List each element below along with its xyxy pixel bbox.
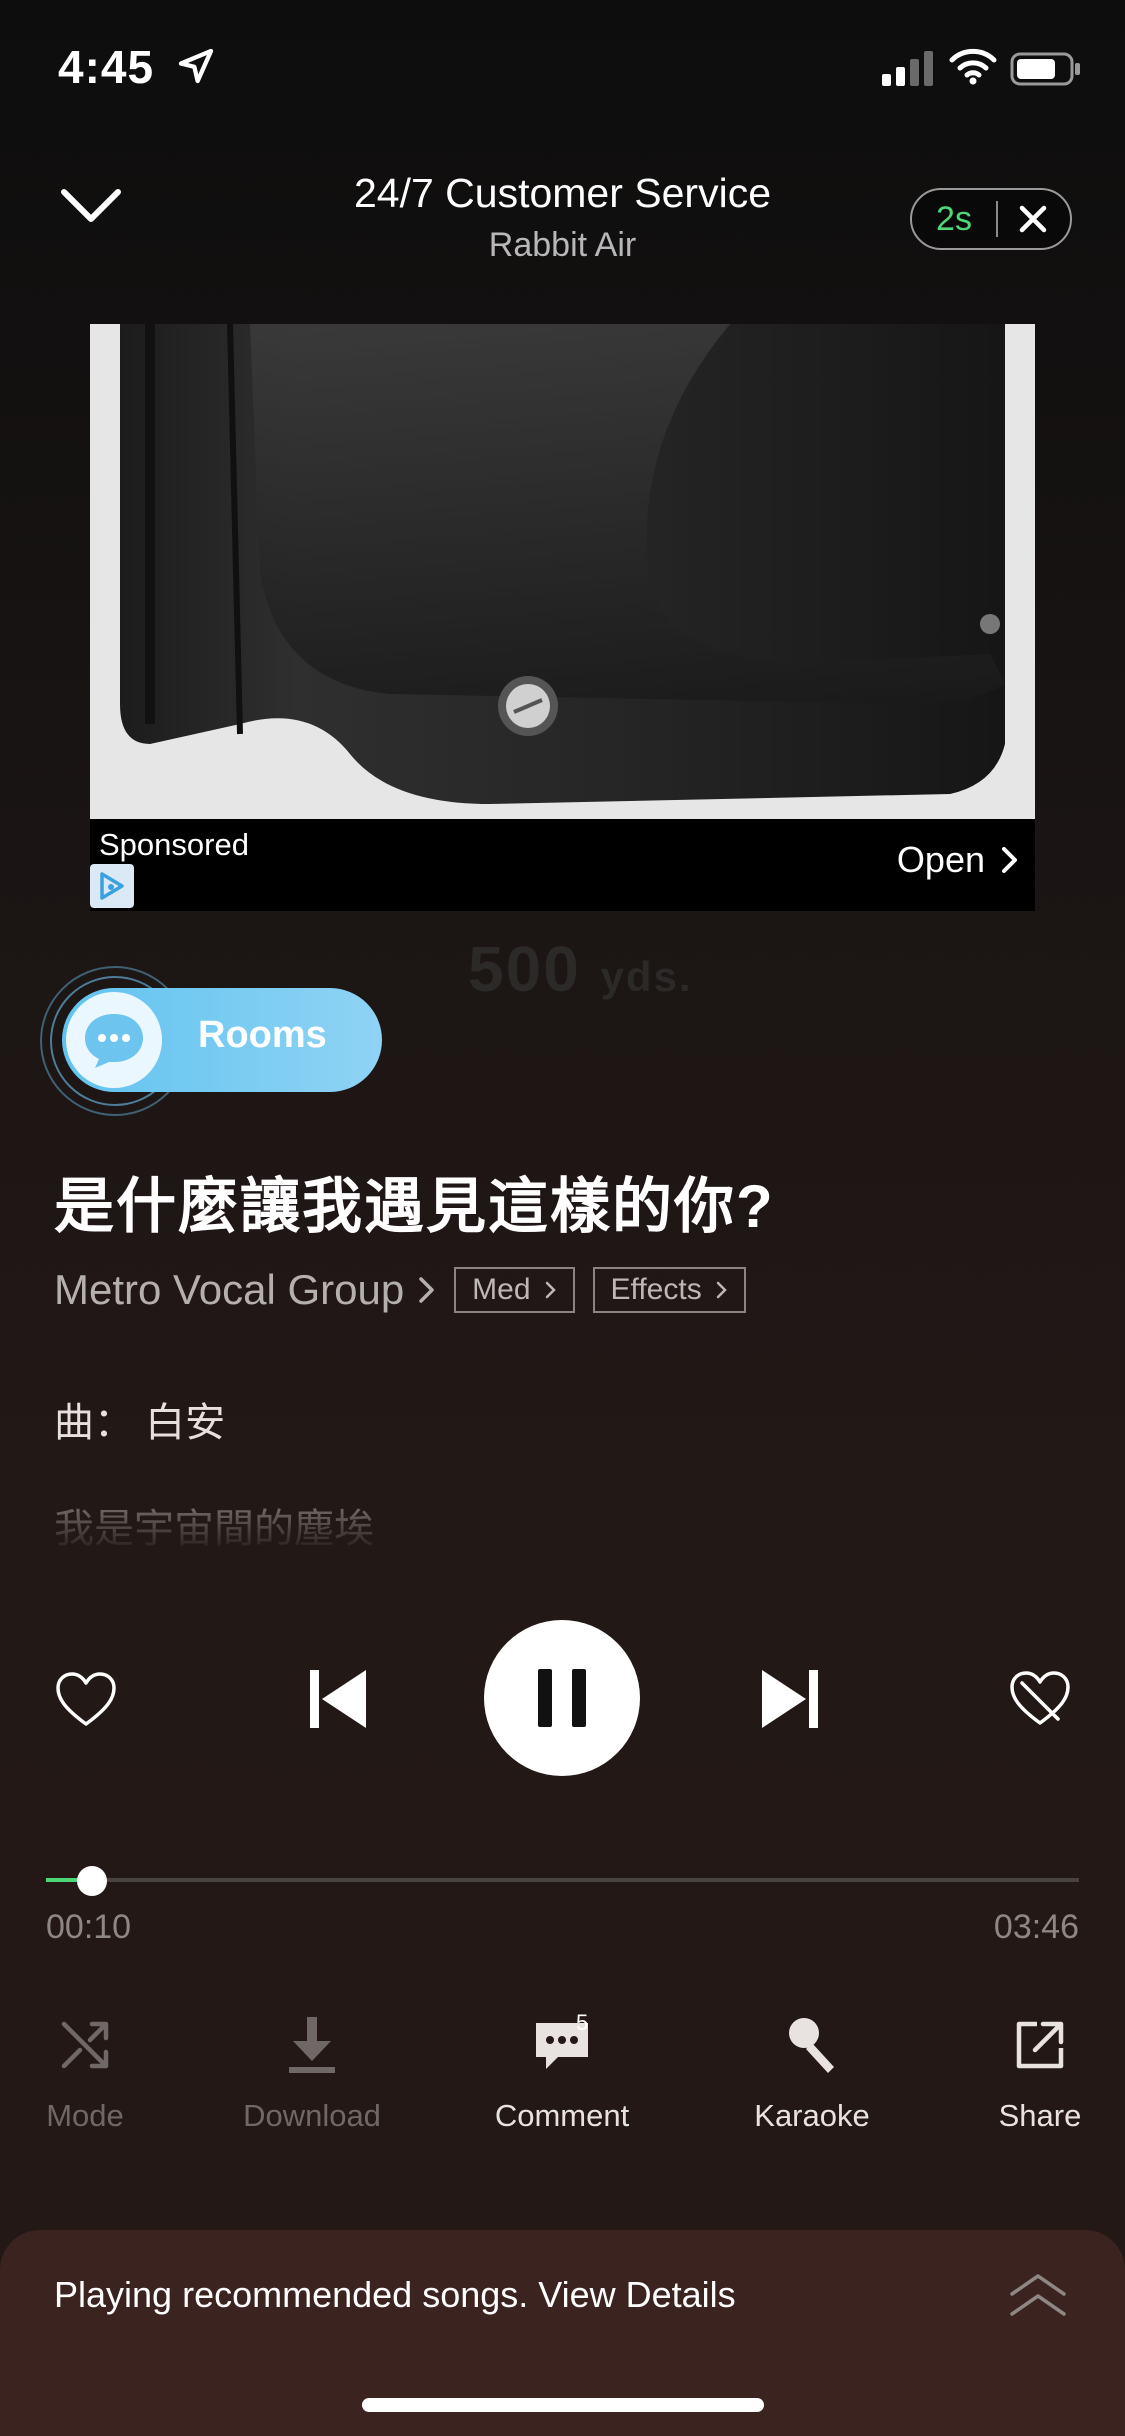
tag-med[interactable]: Med <box>454 1267 575 1313</box>
background-art-text: 500 yds. <box>468 932 693 1006</box>
shuffle-icon <box>61 2021 109 2069</box>
tag-label: Effects <box>610 1273 702 1306</box>
artist-row: Metro Vocal Group Med Effects <box>54 1262 746 1318</box>
air-purifier-image <box>90 324 1035 819</box>
ad-skip-pill: 2s <box>910 188 1072 250</box>
ad-header: 24/7 Customer Service Rabbit Air 2s <box>0 150 1125 320</box>
comment-count-badge: 5 <box>576 2010 589 2035</box>
wifi-icon <box>949 48 997 85</box>
chat-bubble-icon <box>66 992 162 1088</box>
share-button[interactable]: Share <box>940 2010 1125 2134</box>
artist-link[interactable]: Metro Vocal Group <box>54 1266 436 1314</box>
rooms-label: Rooms <box>198 1014 327 1056</box>
battery-icon <box>1010 52 1080 86</box>
download-label: Download <box>243 2098 381 2133</box>
download-icon <box>289 2017 335 2073</box>
previous-button[interactable] <box>300 1664 376 1734</box>
ad-open-label: Open <box>896 839 985 880</box>
close-icon <box>1019 205 1047 233</box>
double-chevron-up-icon[interactable] <box>1006 2268 1070 2324</box>
pause-icon <box>538 1669 586 1727</box>
heart-icon <box>56 1672 116 1726</box>
progress-knob[interactable] <box>77 1866 107 1896</box>
comment-button[interactable]: 5 Comment <box>462 2010 662 2134</box>
share-label: Share <box>998 2098 1082 2133</box>
adchoices-icon[interactable] <box>90 864 134 908</box>
comment-label: Comment <box>494 2098 630 2133</box>
tag-effects[interactable]: Effects <box>592 1267 746 1313</box>
ad-open-button[interactable]: Open <box>897 839 1019 881</box>
karaoke-label: Karaoke <box>754 2098 870 2133</box>
pause-button[interactable] <box>484 1620 640 1776</box>
status-time: 4:45 <box>58 41 155 93</box>
ad-close-button[interactable] <box>998 189 1068 249</box>
background-art-number: 500 <box>468 933 581 1005</box>
skip-previous-icon <box>310 1670 366 1728</box>
like-button[interactable] <box>50 1666 122 1732</box>
lyric-fade <box>0 1510 1125 1550</box>
lyric-line[interactable]: 曲： 白安 <box>54 1390 225 1448</box>
ad-footer-bar: Sponsored Open <box>90 819 1035 911</box>
skip-countdown: 2s <box>936 199 972 238</box>
home-indicator[interactable] <box>362 2398 764 2412</box>
chevron-right-icon <box>716 1281 727 1299</box>
mode-label: Mode <box>46 2098 124 2133</box>
artist-name: Metro Vocal Group <box>54 1266 405 1313</box>
download-button[interactable]: Download <box>212 2010 412 2134</box>
next-button[interactable] <box>752 1664 828 1734</box>
broken-heart-icon <box>1010 1671 1070 1725</box>
share-icon <box>1016 2021 1064 2069</box>
mode-button[interactable]: Mode <box>0 2010 185 2134</box>
song-title: 是什麼讓我遇見這樣的你? <box>54 1173 775 1240</box>
chevron-right-icon <box>1002 847 1017 873</box>
tag-label: Med <box>472 1273 531 1306</box>
status-bar: 4:45 <box>0 0 1125 140</box>
total-time: 03:46 <box>993 1908 1079 1946</box>
location-arrow-icon <box>178 48 214 84</box>
recommendation-text: Playing recommended songs. View Details <box>54 2274 736 2315</box>
sponsored-label: Sponsored <box>99 827 249 862</box>
skip-next-icon <box>762 1670 818 1728</box>
progress-track[interactable] <box>46 1878 1079 1882</box>
background-art-unit: yds. <box>600 953 693 1000</box>
current-time: 00:10 <box>46 1908 132 1946</box>
chevron-right-icon <box>545 1281 556 1299</box>
karaoke-button[interactable]: Karaoke <box>712 2010 912 2134</box>
rooms-button[interactable]: Rooms <box>62 988 382 1092</box>
ad-image[interactable] <box>90 324 1035 819</box>
chevron-right-icon <box>419 1277 434 1303</box>
dislike-button[interactable] <box>1004 1664 1076 1734</box>
microphone-icon <box>789 2018 834 2073</box>
signal-icon <box>882 51 933 86</box>
